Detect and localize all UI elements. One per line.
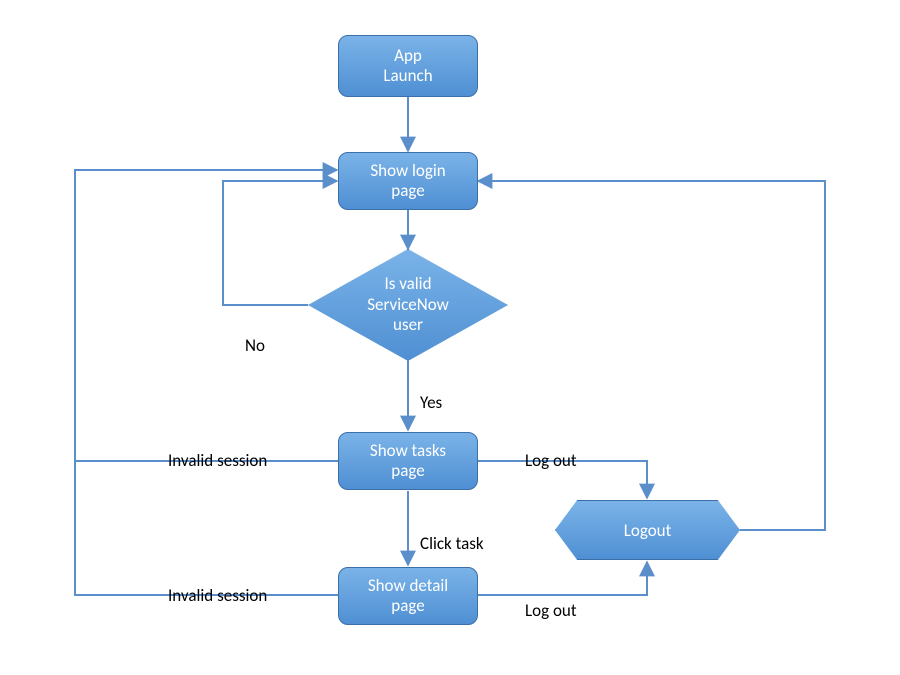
node-logout: Logout bbox=[555, 500, 740, 560]
node-show-detail: Show detailpage bbox=[338, 567, 478, 625]
node-app-launch: AppLaunch bbox=[338, 35, 478, 97]
node-label: Show loginpage bbox=[370, 161, 445, 202]
node-decision-valid-user: Is validServiceNowuser bbox=[308, 249, 508, 361]
node-label: Show detailpage bbox=[368, 576, 448, 617]
node-show-tasks: Show taskspage bbox=[338, 432, 478, 490]
node-show-login: Show loginpage bbox=[338, 152, 478, 210]
edge-label-click-task: Click task bbox=[420, 533, 484, 554]
edge-label-invalid-session-detail: Invalid session bbox=[168, 585, 267, 606]
node-label: Show taskspage bbox=[370, 441, 446, 482]
node-label: AppLaunch bbox=[383, 46, 432, 87]
edge-label-invalid-session-tasks: Invalid session bbox=[168, 450, 267, 471]
edge-label-yes: Yes bbox=[420, 392, 442, 413]
edge-label-no: No bbox=[245, 335, 265, 356]
edge-label-logout-tasks: Log out bbox=[525, 450, 577, 471]
node-label: Is validServiceNowuser bbox=[308, 249, 508, 361]
node-label: Logout bbox=[555, 500, 740, 560]
edge-label-logout-detail: Log out bbox=[525, 600, 577, 621]
